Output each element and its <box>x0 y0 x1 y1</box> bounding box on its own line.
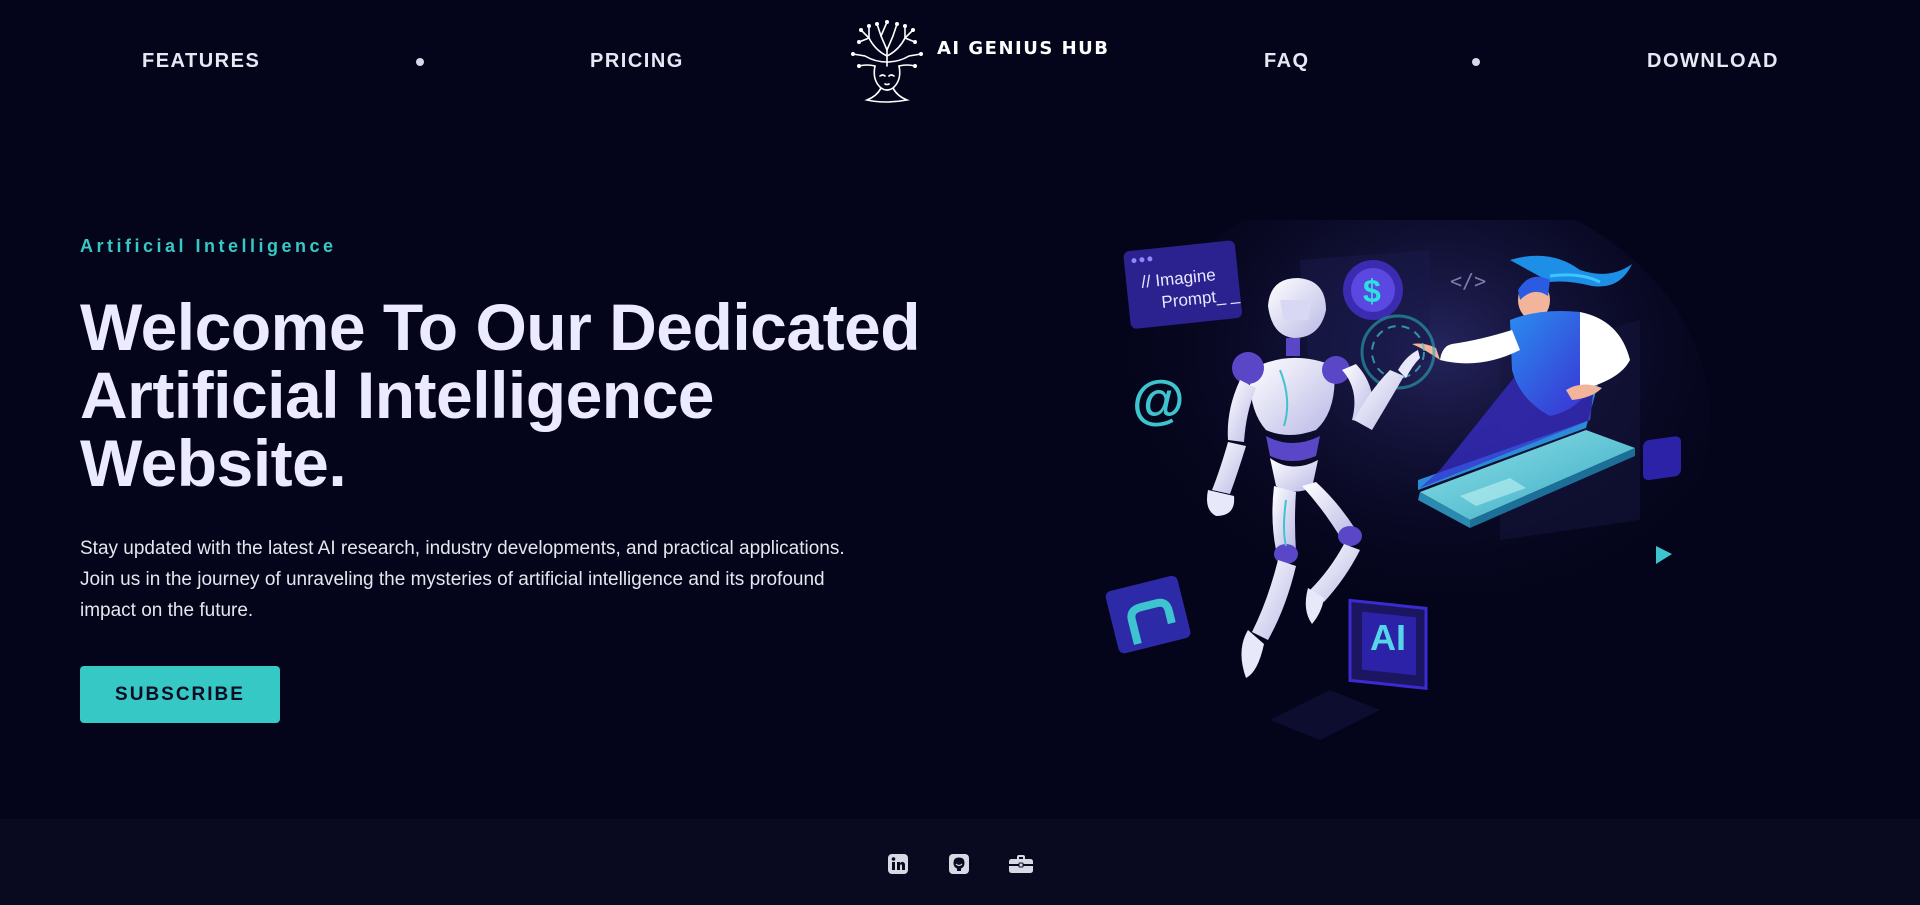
svg-text:@: @ <box>1132 370 1185 430</box>
robot-human-illustration: // Imagine Prompt_ _ $ </> @ AI <box>1105 220 1710 740</box>
nav-link-features[interactable]: FEATURES <box>142 50 260 73</box>
headline-line: Website. <box>80 426 347 500</box>
nav-separator-dot <box>416 58 424 66</box>
headline-line: Artificial Intelligence <box>80 358 715 432</box>
nav-link-faq[interactable]: FAQ <box>1264 50 1310 73</box>
github-icon[interactable] <box>947 852 971 876</box>
top-nav: FEATURES PRICING AI GENIUS HUB FAQ DOWNL… <box>0 0 1920 125</box>
headline-line: Welcome To Our Dedicated <box>80 290 921 364</box>
tree-head-logo-icon <box>851 20 923 103</box>
svg-text:</>: </> <box>1450 269 1486 293</box>
brand-name: AI GENIUS HUB <box>937 37 1110 59</box>
brand-logo[interactable]: AI GENIUS HUB <box>845 16 1109 106</box>
hero-eyebrow: Artificial Intelligence <box>80 236 337 256</box>
nav-link-download[interactable]: DOWNLOAD <box>1647 50 1779 73</box>
svg-text:AI: AI <box>1370 617 1406 658</box>
svg-text:$: $ <box>1363 273 1381 309</box>
briefcase-icon[interactable] <box>1007 852 1035 876</box>
ai-chip: AI <box>1348 598 1428 691</box>
linkedin-icon[interactable] <box>886 852 910 876</box>
hero-description: Stay updated with the latest AI research… <box>80 538 845 621</box>
hero-headline: Welcome To Our Dedicated Artificial Inte… <box>80 293 930 497</box>
nav-link-pricing[interactable]: PRICING <box>590 50 684 73</box>
subscribe-button[interactable]: SUBSCRIBE <box>80 666 280 723</box>
prompt-window: // Imagine Prompt_ _ <box>1123 240 1242 329</box>
nav-separator-dot <box>1472 58 1480 66</box>
